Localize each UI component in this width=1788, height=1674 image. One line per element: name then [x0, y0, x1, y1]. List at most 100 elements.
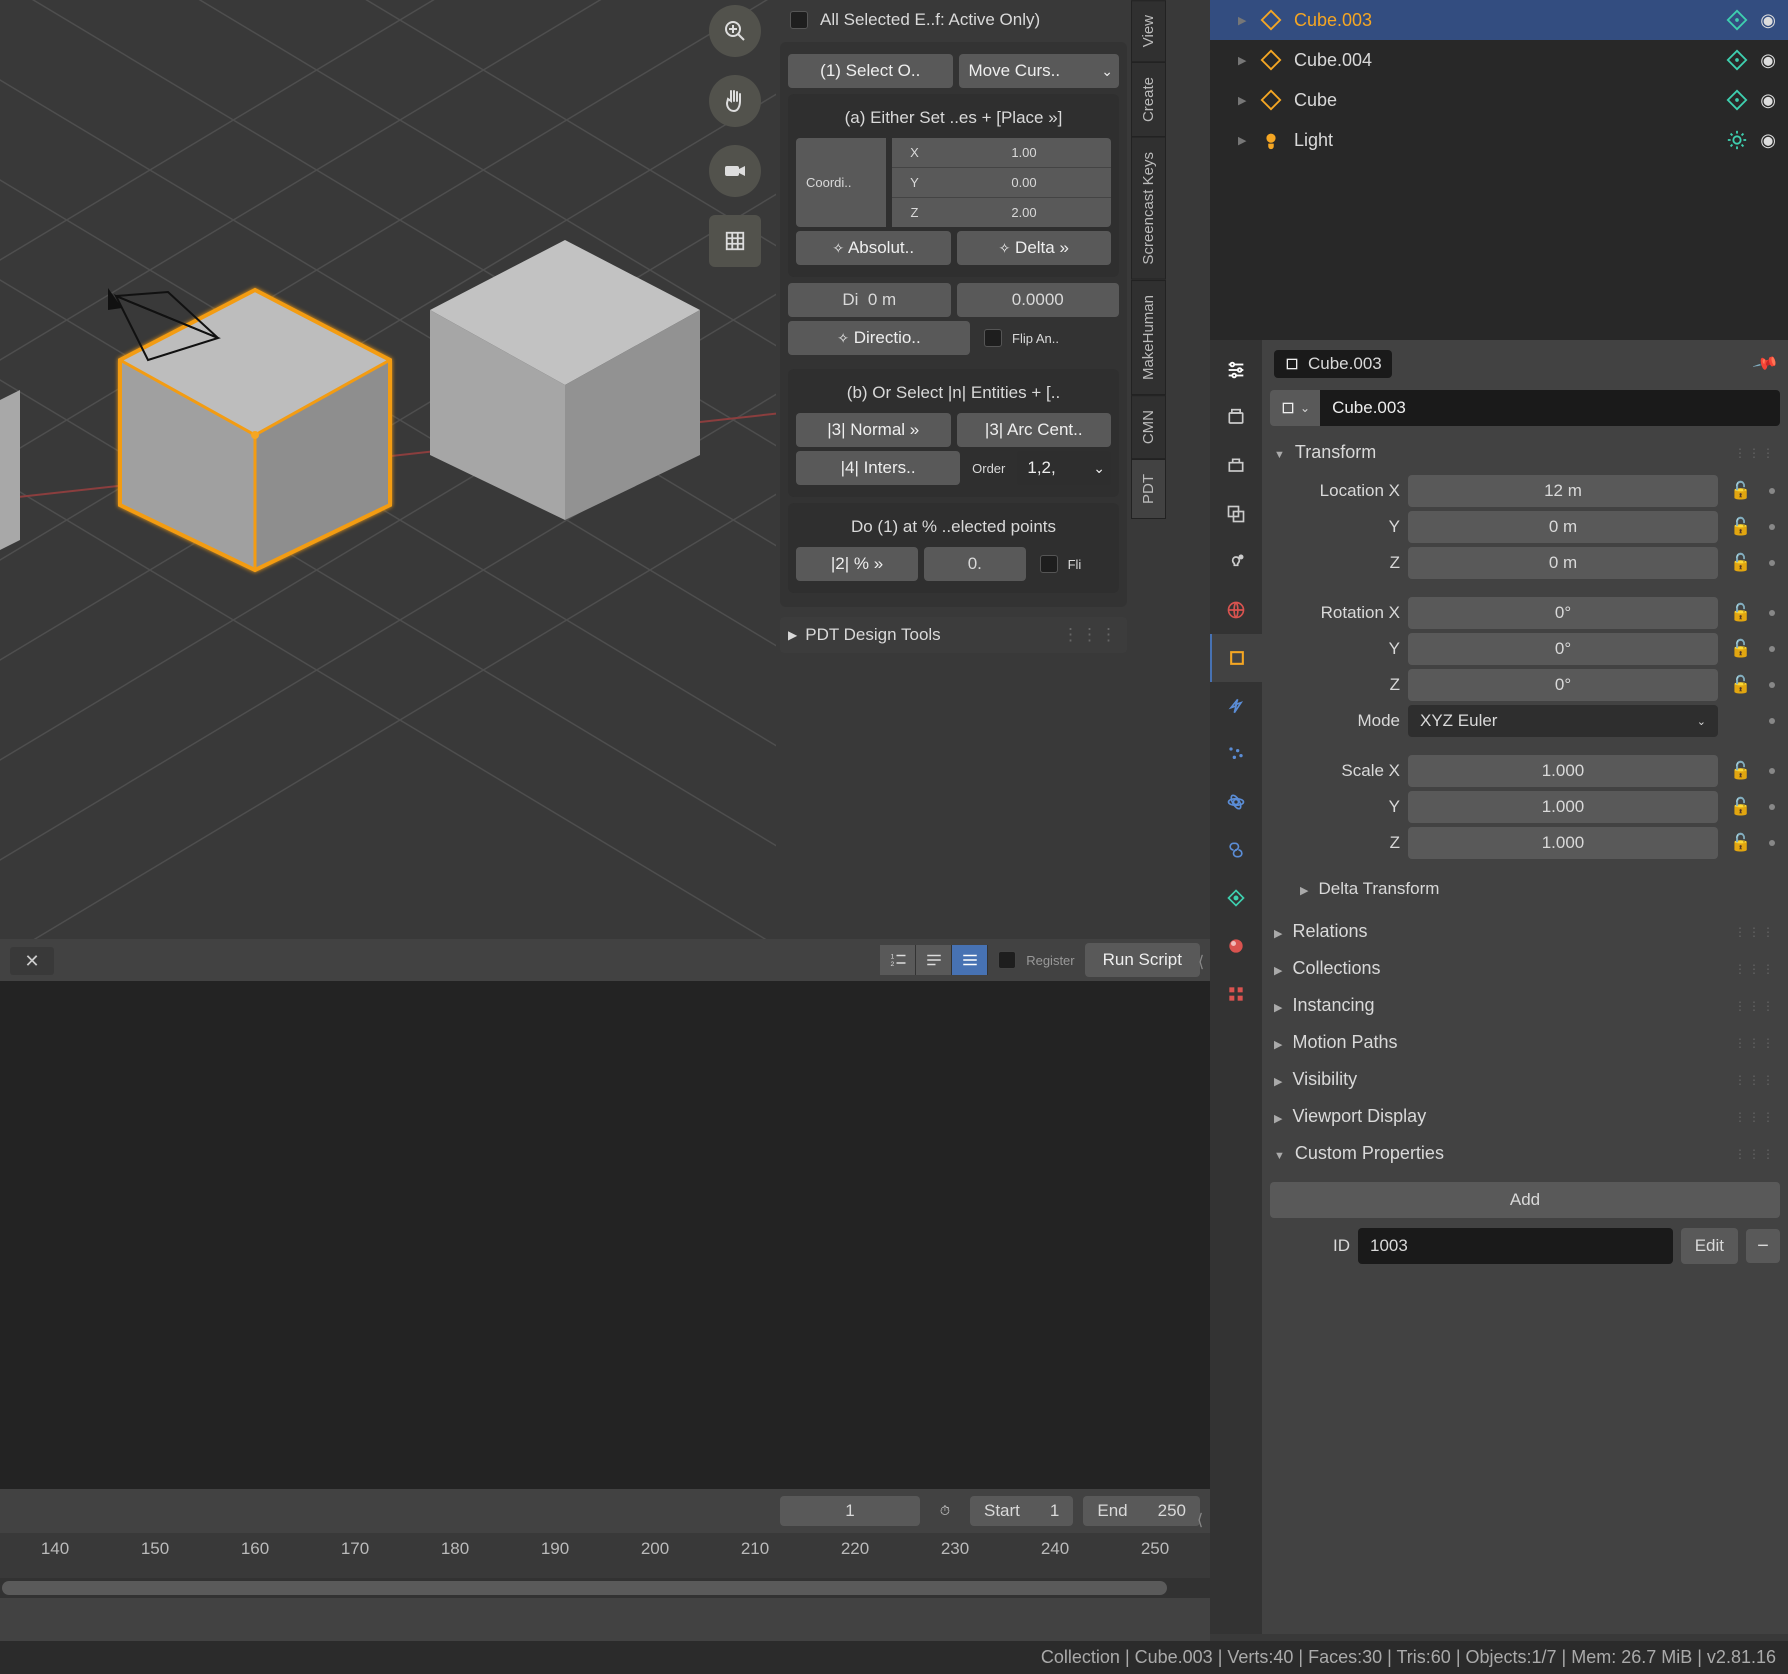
custom-props-header[interactable]: Custom Properties⋮⋮⋮ [1270, 1135, 1780, 1172]
outliner-row-light[interactable]: ▶ Light ◉ [1210, 120, 1788, 160]
keyframe-dot[interactable] [1769, 560, 1775, 566]
outliner-row-cube003[interactable]: ▶ Cube.003 ◉ [1210, 0, 1788, 40]
disclosure-icon[interactable]: ▶ [1238, 134, 1246, 147]
pct-field[interactable]: 0. [924, 547, 1026, 581]
text-editor[interactable]: ✕ 12 Register Run Script [0, 939, 1210, 1489]
mesh-data-icon[interactable] [1726, 9, 1748, 31]
inters-button[interactable]: |4| Inters.. [796, 451, 960, 485]
location-y-field[interactable]: 0 m [1408, 511, 1718, 543]
stopwatch-icon[interactable]: ⏱ [930, 1503, 960, 1519]
location-x-field[interactable]: 12 m [1408, 475, 1718, 507]
ptab-particles[interactable] [1210, 730, 1262, 778]
fli-checkbox[interactable] [1040, 555, 1058, 573]
word-wrap-toggle[interactable] [916, 945, 952, 975]
rotation-mode-select[interactable]: XYZ Euler⌄ [1408, 705, 1718, 737]
transform-header[interactable]: Transform ⋮⋮⋮ [1270, 434, 1780, 471]
id-input[interactable]: 1003 [1358, 1228, 1673, 1264]
viewport-3d[interactable] [0, 0, 776, 939]
keyframe-dot[interactable] [1769, 488, 1775, 494]
rotation-y-field[interactable]: 0° [1408, 633, 1718, 665]
cube-secondary[interactable] [410, 220, 720, 540]
object-name-input[interactable] [1320, 390, 1780, 426]
di-field-2[interactable]: 0.0000 [957, 283, 1120, 317]
direction-button[interactable]: ✧ Directio.. [788, 321, 970, 355]
remove-button[interactable]: − [1746, 1229, 1780, 1263]
ptab-modifiers[interactable] [1210, 682, 1262, 730]
keyframe-dot[interactable] [1769, 610, 1775, 616]
ptab-scene[interactable] [1210, 538, 1262, 586]
mesh-data-icon[interactable] [1726, 49, 1748, 71]
end-frame-field[interactable]: End250 [1083, 1496, 1200, 1526]
keyframe-dot[interactable] [1769, 804, 1775, 810]
coord-y[interactable]: Y0.00 [892, 167, 1111, 197]
pin-icon[interactable]: 📌 [1751, 350, 1779, 378]
tab-pdt[interactable]: PDT [1131, 459, 1166, 519]
edit-button[interactable]: Edit [1681, 1228, 1738, 1264]
ptab-object[interactable] [1210, 634, 1262, 682]
camera-icon[interactable] [709, 145, 761, 197]
outliner-row-cube[interactable]: ▶ Cube ◉ [1210, 80, 1788, 120]
flip-checkbox[interactable] [984, 329, 1002, 347]
lock-icon[interactable]: 🔓 [1726, 603, 1756, 623]
viewport-display-header[interactable]: Viewport Display⋮⋮⋮ [1270, 1098, 1780, 1135]
lock-icon[interactable]: 🔓 [1726, 639, 1756, 659]
timeline-ruler[interactable]: 140 150 160 170 180 190 200 210 220 230 … [0, 1533, 1210, 1578]
tab-screencast[interactable]: Screencast Keys [1131, 137, 1166, 280]
relations-header[interactable]: Relations⋮⋮⋮ [1270, 913, 1780, 950]
arc-button[interactable]: |3| Arc Cent.. [957, 413, 1112, 447]
keyframe-dot[interactable] [1769, 682, 1775, 688]
keyframe-dot[interactable] [1769, 840, 1775, 846]
pct-button[interactable]: |2| % » [796, 547, 918, 581]
grid-icon[interactable] [709, 215, 761, 267]
motion-paths-header[interactable]: Motion Paths⋮⋮⋮ [1270, 1024, 1780, 1061]
lock-icon[interactable]: 🔓 [1726, 517, 1756, 537]
ptab-options[interactable] [1210, 346, 1262, 394]
add-property-button[interactable]: Add [1270, 1182, 1780, 1218]
delta-transform-header[interactable]: Delta Transform [1270, 871, 1780, 907]
visibility-icon[interactable]: ◉ [1760, 10, 1776, 31]
visibility-icon[interactable]: ◉ [1760, 130, 1776, 151]
ptab-render[interactable] [1210, 394, 1262, 442]
lock-icon[interactable]: 🔓 [1726, 797, 1756, 817]
lock-icon[interactable]: 🔓 [1726, 481, 1756, 501]
coord-z[interactable]: Z2.00 [892, 197, 1111, 227]
keyframe-dot[interactable] [1769, 768, 1775, 774]
datablock-icon[interactable] [1270, 390, 1320, 426]
select-op-button[interactable]: (1) Select O.. [788, 54, 953, 88]
ptab-material[interactable] [1210, 922, 1262, 970]
outliner-row-cube004[interactable]: ▶ Cube.004 ◉ [1210, 40, 1788, 80]
absolute-button[interactable]: ✧ Absolut.. [796, 231, 951, 265]
lock-icon[interactable]: 🔓 [1726, 553, 1756, 573]
zoom-icon[interactable] [709, 5, 761, 57]
pdt-design-tools-header[interactable]: ▶ PDT Design Tools ⋮⋮⋮ [780, 617, 1127, 653]
current-frame-field[interactable]: 1 [780, 1496, 920, 1526]
ptab-viewlayer[interactable] [1210, 490, 1262, 538]
start-frame-field[interactable]: Start1 [970, 1496, 1073, 1526]
hand-icon[interactable] [709, 75, 761, 127]
ptab-mesh[interactable] [1210, 874, 1262, 922]
ptab-output[interactable] [1210, 442, 1262, 490]
scale-y-field[interactable]: 1.000 [1408, 791, 1718, 823]
disclosure-icon[interactable]: ▶ [1238, 14, 1246, 27]
scale-x-field[interactable]: 1.000 [1408, 755, 1718, 787]
collections-header[interactable]: Collections⋮⋮⋮ [1270, 950, 1780, 987]
rotation-x-field[interactable]: 0° [1408, 597, 1718, 629]
breadcrumb-item[interactable]: Cube.003 [1274, 350, 1392, 378]
keyframe-dot[interactable] [1769, 524, 1775, 530]
ptab-physics[interactable] [1210, 778, 1262, 826]
normal-button[interactable]: |3| Normal » [796, 413, 951, 447]
mesh-data-icon[interactable] [1726, 89, 1748, 111]
grip-icon[interactable]: ⋮⋮⋮ [1062, 625, 1119, 645]
tab-makehuman[interactable]: MakeHuman [1131, 280, 1166, 395]
coord-x[interactable]: X1.00 [892, 138, 1111, 167]
syntax-toggle[interactable] [952, 945, 988, 975]
tab-cmn[interactable]: CMN [1131, 395, 1166, 459]
ptab-constraints[interactable] [1210, 826, 1262, 874]
lock-icon[interactable]: 🔓 [1726, 761, 1756, 781]
keyframe-dot[interactable] [1769, 718, 1775, 724]
run-script-button[interactable]: Run Script [1085, 943, 1200, 977]
visibility-icon[interactable]: ◉ [1760, 90, 1776, 111]
di-field[interactable]: Di 0 m [788, 283, 951, 317]
lock-icon[interactable]: 🔓 [1726, 833, 1756, 853]
disclosure-icon[interactable]: ▶ [1238, 54, 1246, 67]
